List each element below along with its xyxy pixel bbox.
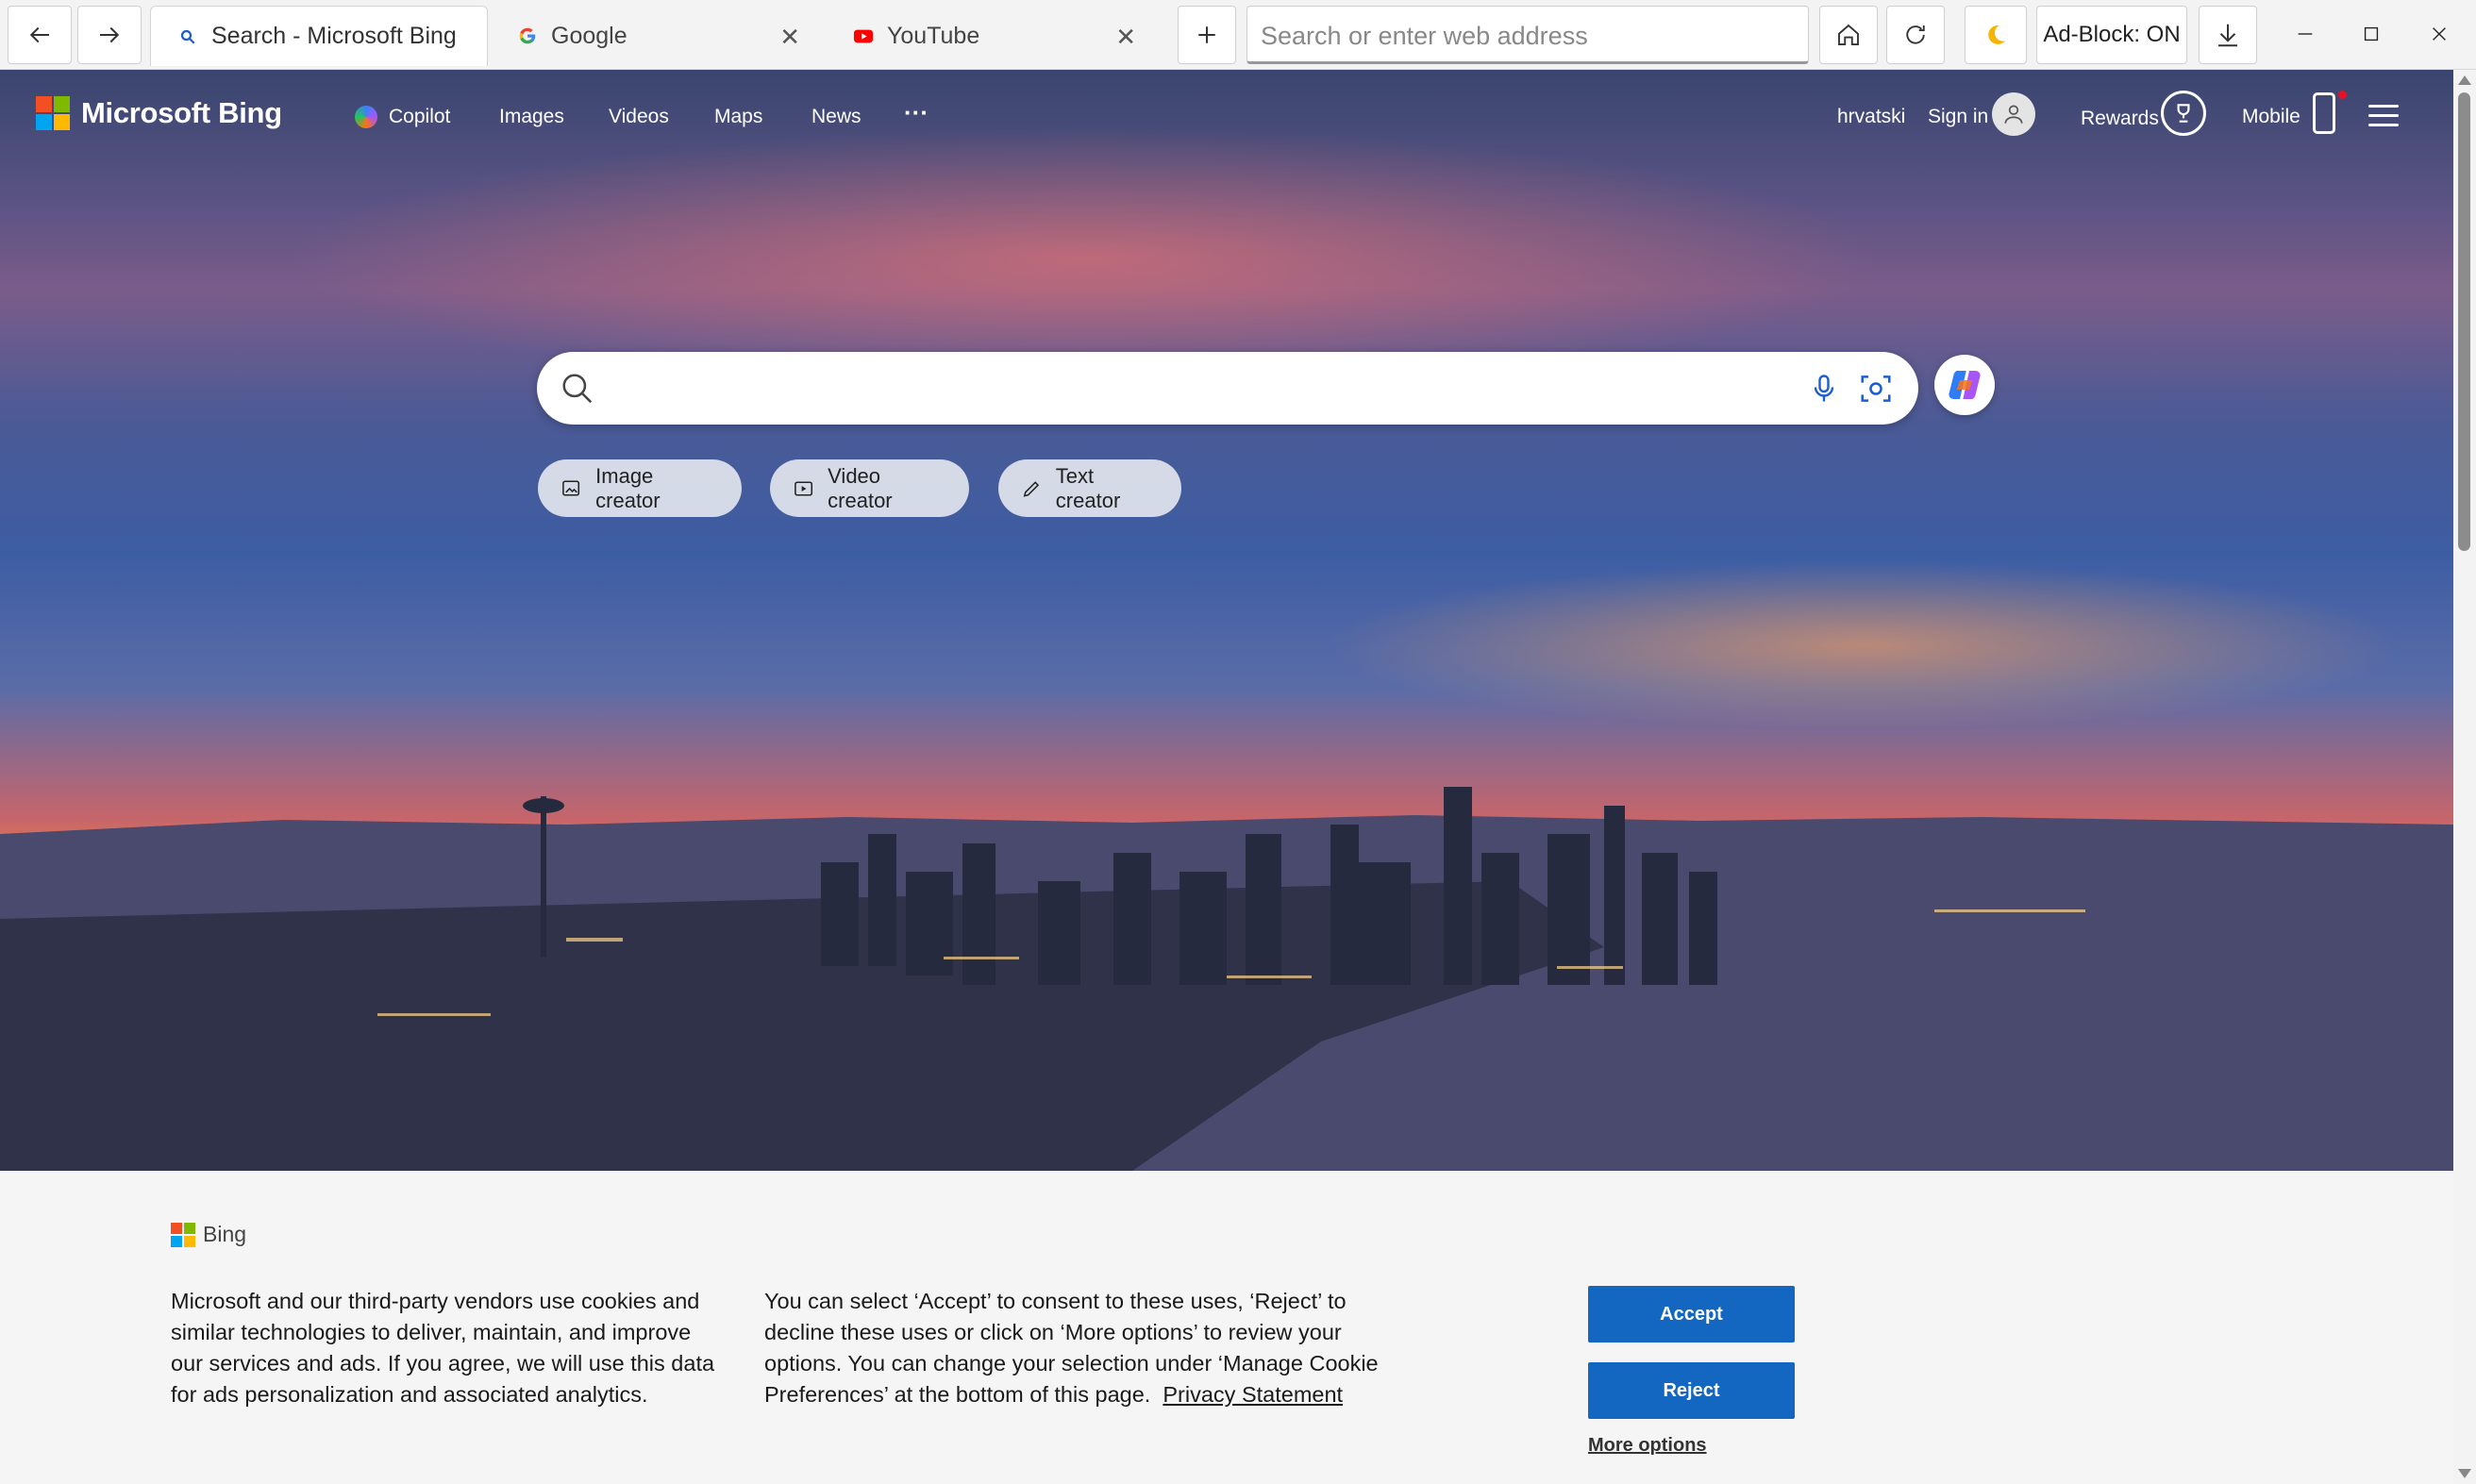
google-icon <box>517 25 538 46</box>
microsoft-logo-icon <box>171 1222 195 1247</box>
sign-in-link[interactable]: Sign in <box>1928 106 1988 128</box>
close-icon[interactable]: ✕ <box>779 23 800 52</box>
pill-label: Image creator <box>595 463 661 512</box>
scroll-down-arrow-icon[interactable] <box>2458 1469 2471 1478</box>
nav-label: Copilot <box>389 106 451 127</box>
theme-toggle-button[interactable] <box>1965 6 2027 64</box>
video-creator-button[interactable]: Video creator <box>770 459 969 517</box>
adblock-button[interactable]: Ad-Block: ON <box>2036 6 2187 64</box>
reload-icon <box>1906 25 1925 44</box>
logo-text: Microsoft Bing <box>81 96 282 129</box>
close-icon[interactable]: ✕ <box>1115 23 1136 52</box>
home-icon <box>1838 24 1859 45</box>
close-window-button[interactable] <box>2416 13 2463 55</box>
bing-logo[interactable]: Microsoft Bing <box>36 96 282 130</box>
close-icon <box>2433 27 2446 41</box>
search-box[interactable] <box>537 352 1918 425</box>
plus-icon <box>1198 26 1215 43</box>
pencil-icon <box>1023 480 1040 497</box>
search-input[interactable] <box>612 365 1650 412</box>
tab-title: Search - Microsoft Bing <box>211 23 457 49</box>
tab-youtube[interactable]: YouTube ✕ <box>827 6 1155 66</box>
reload-button[interactable] <box>1886 6 1945 64</box>
hero-background-image <box>0 70 2453 1171</box>
youtube-icon <box>853 25 874 46</box>
user-avatar-icon[interactable] <box>1992 92 2035 136</box>
image-creator-button[interactable]: Image creator <box>538 459 742 517</box>
text-creator-button[interactable]: Text creator <box>998 459 1181 517</box>
cookie-consent-banner: Bing Microsoft and our third-party vendo… <box>0 1171 2453 1484</box>
search-icon <box>562 374 593 404</box>
copilot-icon <box>1949 371 1981 399</box>
accept-button[interactable]: Accept <box>1588 1286 1795 1342</box>
maximize-button[interactable] <box>2348 13 2395 55</box>
download-button[interactable] <box>2199 6 2257 64</box>
rewards-link[interactable]: Rewards <box>2081 108 2159 130</box>
arrow-right-icon <box>100 26 120 43</box>
scroll-up-arrow-icon[interactable] <box>2458 75 2471 85</box>
maximize-icon <box>2364 26 2379 42</box>
cookie-brand: Bing <box>203 1222 247 1246</box>
scrollbar-thumb[interactable] <box>2458 92 2470 551</box>
page-scrollbar[interactable] <box>2453 70 2476 1484</box>
more-nav-button[interactable]: ··· <box>904 98 928 127</box>
pill-label: Video creator <box>828 463 893 512</box>
minimize-button[interactable] <box>2282 13 2329 55</box>
reject-button[interactable]: Reject <box>1588 1362 1795 1419</box>
more-options-link[interactable]: More options <box>1588 1435 1707 1457</box>
address-bar[interactable]: Search or enter web address <box>1246 6 1809 64</box>
notification-dot-icon <box>2338 91 2347 99</box>
nav-copilot[interactable]: Copilot <box>355 106 451 129</box>
pill-label: Text creator <box>1055 463 1121 512</box>
home-button[interactable] <box>1819 6 1878 64</box>
copilot-button[interactable] <box>1934 355 1995 415</box>
nav-news[interactable]: News <box>811 106 862 128</box>
cookie-text-right: You can select ‘Accept’ to consent to th… <box>764 1286 1415 1410</box>
browser-toolbar: Search - Microsoft Bing Google ✕ YouTube… <box>0 0 2476 70</box>
image-creator-icon <box>562 480 580 496</box>
nav-images[interactable]: Images <box>499 106 564 128</box>
nav-maps[interactable]: Maps <box>714 106 762 128</box>
tab-google[interactable]: Google ✕ <box>491 6 819 66</box>
visual-search-icon[interactable] <box>1858 371 1894 407</box>
tab-bing[interactable]: Search - Microsoft Bing <box>150 6 488 66</box>
microsoft-logo-icon <box>36 96 70 130</box>
video-creator-icon <box>795 480 813 496</box>
mobile-phone-icon[interactable] <box>2313 92 2335 134</box>
tab-title: Google <box>551 22 627 49</box>
cookie-bing-logo: Bing <box>171 1222 246 1247</box>
back-button[interactable] <box>8 6 72 64</box>
mobile-link[interactable]: Mobile <box>2242 106 2300 128</box>
arrow-left-icon <box>29 26 49 43</box>
moon-icon <box>1988 25 2005 44</box>
forward-button[interactable] <box>77 6 142 64</box>
copilot-icon <box>355 106 377 129</box>
bing-header: Microsoft Bing Copilot Images Videos Map… <box>0 70 2453 164</box>
minimize-icon <box>2298 33 2313 35</box>
search-icon <box>177 26 198 47</box>
privacy-statement-link[interactable]: Privacy Statement <box>1163 1382 1343 1407</box>
city-skyline <box>0 787 2453 1171</box>
sunset-cloud <box>1321 560 2406 730</box>
microphone-icon[interactable] <box>1807 371 1841 407</box>
language-link[interactable]: hrvatski <box>1837 106 1905 128</box>
nav-videos[interactable]: Videos <box>609 106 669 128</box>
tab-title: YouTube <box>887 22 980 49</box>
hamburger-menu-icon[interactable] <box>2368 105 2399 127</box>
new-tab-button[interactable] <box>1178 6 1236 64</box>
download-icon <box>2218 24 2237 47</box>
sunset-cloud <box>283 126 1887 391</box>
cookie-text-left: Microsoft and our third-party vendors us… <box>171 1289 715 1407</box>
rewards-trophy-icon[interactable] <box>2161 91 2206 136</box>
